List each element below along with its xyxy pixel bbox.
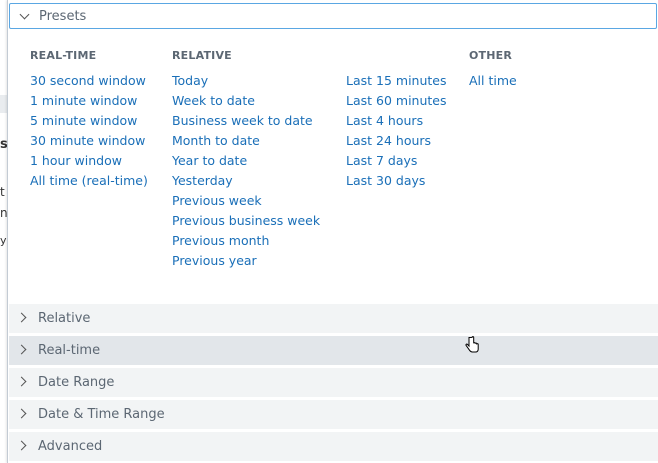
preset-link[interactable]: 1 minute window (30, 93, 148, 113)
preset-link[interactable]: Yesterday (172, 173, 320, 193)
column-heading-real-time: REAL-TIME (30, 49, 97, 62)
preset-link[interactable]: 5 minute window (30, 113, 148, 133)
preset-link[interactable]: Last 60 minutes (346, 93, 447, 113)
preset-link[interactable]: Month to date (172, 133, 320, 153)
chevron-right-icon (16, 440, 27, 451)
preset-link[interactable]: Previous year (172, 253, 320, 273)
preset-link[interactable]: All time (real-time) (30, 173, 148, 193)
preset-link[interactable]: Previous business week (172, 213, 320, 233)
preset-link[interactable]: Year to date (172, 153, 320, 173)
preset-link[interactable]: 30 minute window (30, 133, 148, 153)
chevron-down-icon (19, 9, 30, 20)
background-text-fragment: t (0, 185, 5, 199)
preset-link[interactable]: Week to date (172, 93, 320, 113)
chevron-right-icon (16, 312, 27, 323)
chevron-right-icon (16, 408, 27, 419)
preset-link[interactable]: Last 7 days (346, 153, 447, 173)
preset-link[interactable]: Last 4 hours (346, 113, 447, 133)
relative-presets-list: Today Week to date Business week to date… (172, 73, 320, 273)
preset-link[interactable]: Last 15 minutes (346, 73, 447, 93)
section-label: Advanced (38, 439, 103, 454)
preset-link[interactable]: All time (469, 73, 517, 93)
other-presets-list: All time (469, 73, 517, 93)
column-heading-other: OTHER (469, 49, 513, 62)
section-date-time-range[interactable]: Date & Time Range (9, 400, 658, 429)
section-label: Date & Time Range (38, 407, 165, 422)
time-range-picker: Presets REAL-TIME RELATIVE OTHER 30 seco… (7, 0, 658, 463)
preset-link[interactable]: Today (172, 73, 320, 93)
section-advanced[interactable]: Advanced (9, 432, 658, 461)
section-relative[interactable]: Relative (9, 304, 658, 333)
section-label: Date Range (38, 375, 115, 390)
hand-pointer-cursor-icon (465, 336, 479, 353)
preset-link[interactable]: Business week to date (172, 113, 320, 133)
section-label: Relative (38, 311, 91, 326)
column-heading-relative: RELATIVE (172, 49, 232, 62)
section-label: Real-time (38, 343, 101, 358)
presets-accordion-header[interactable]: Presets (9, 3, 657, 29)
preset-link[interactable]: Previous month (172, 233, 320, 253)
real-time-presets-list: 30 second window 1 minute window 5 minut… (30, 73, 148, 193)
preset-link[interactable]: 30 second window (30, 73, 148, 93)
chevron-right-icon (16, 344, 27, 355)
preset-link[interactable]: Last 24 hours (346, 133, 447, 153)
preset-link[interactable]: Last 30 days (346, 173, 447, 193)
section-real-time[interactable]: Real-time (9, 336, 658, 365)
section-date-range[interactable]: Date Range (9, 368, 658, 397)
presets-label: Presets (39, 9, 87, 24)
last-n-presets-list: Last 15 minutes Last 60 minutes Last 4 h… (346, 73, 447, 193)
chevron-right-icon (16, 376, 27, 387)
preset-link[interactable]: Previous week (172, 193, 320, 213)
preset-link[interactable]: 1 hour window (30, 153, 148, 173)
